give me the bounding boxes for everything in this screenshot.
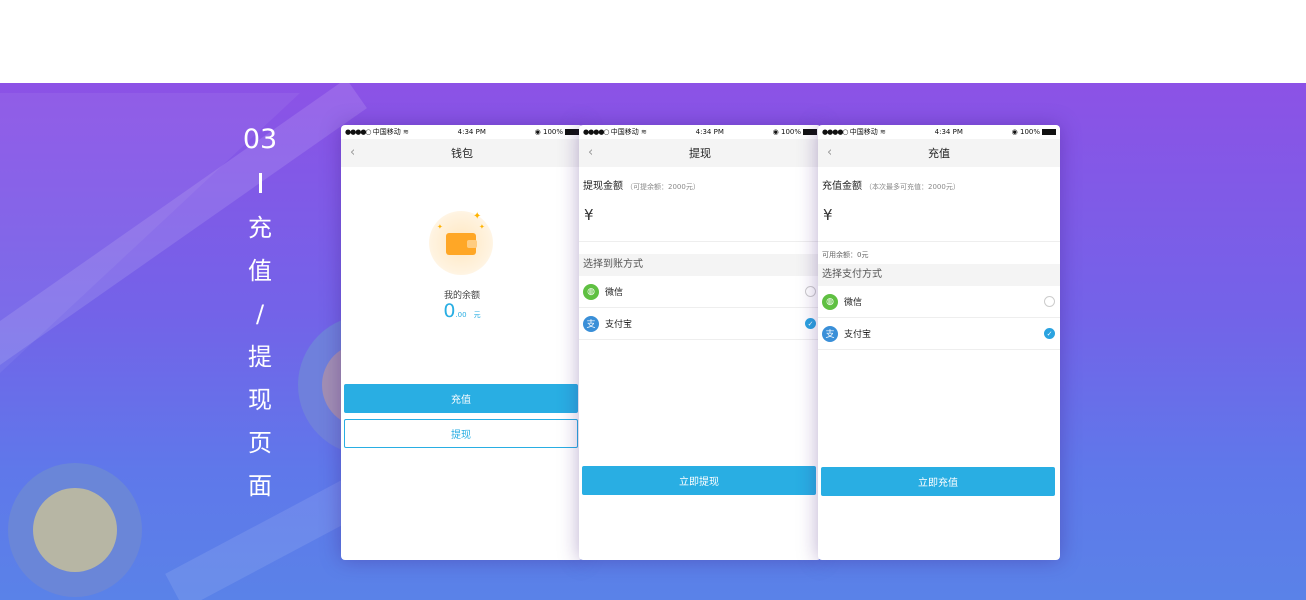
- wechat-icon: ◍: [822, 293, 838, 310]
- wifi-icon: ≋: [880, 128, 886, 136]
- wifi-icon: ≋: [403, 128, 409, 136]
- wechat-icon: ◍: [583, 283, 599, 300]
- battery-icon: [803, 129, 817, 135]
- nav-bar: ‹ 充值: [818, 139, 1060, 167]
- method-label: 支付宝: [844, 330, 872, 340]
- amount-label: 提现金额 （可提余额：2000元）: [583, 181, 700, 192]
- status-bar: ●●●●○ 中国移动 ≋ 4:34 PM ◉ 100%: [579, 125, 821, 139]
- status-time: 4:34 PM: [695, 128, 724, 136]
- submit-withdraw-button[interactable]: 立即提现: [582, 466, 816, 495]
- method-header: 选择支付方式: [818, 264, 1060, 286]
- title-char: /: [255, 300, 265, 328]
- method-option-wechat[interactable]: ◍ 微信: [579, 276, 821, 308]
- title-char: 页: [248, 429, 272, 457]
- top-white-area: [0, 0, 1306, 83]
- title-divider: [258, 173, 262, 193]
- withdraw-button[interactable]: 提现: [344, 419, 578, 448]
- radio-selected[interactable]: ✓: [1044, 328, 1055, 339]
- radio-unselected[interactable]: [805, 286, 816, 297]
- page-title: 充值: [928, 147, 950, 160]
- alipay-icon: 支: [822, 325, 838, 342]
- battery-icon: [1042, 129, 1056, 135]
- available-balance: 可用余额：0元: [822, 251, 869, 259]
- method-label: 支付宝: [605, 320, 633, 330]
- title-char: 面: [248, 472, 272, 500]
- method-option-alipay[interactable]: 支 支付宝 ✓: [579, 308, 821, 340]
- title-char: 充: [248, 214, 272, 242]
- signal-icon: ●●●●○: [583, 128, 610, 136]
- alipay-icon: 支: [583, 315, 599, 332]
- decor-circle: [8, 463, 142, 597]
- title-char: 提: [248, 343, 272, 371]
- method-label: 微信: [844, 298, 863, 308]
- wifi-icon: ≋: [641, 128, 647, 136]
- recharge-phone-screen: ●●●●○ 中国移动 ≋ 4:34 PM ◉ 100% ‹ 充值 充值金额 （本次…: [818, 125, 1060, 560]
- title-char: 现: [248, 386, 272, 414]
- radio-selected[interactable]: ✓: [805, 318, 816, 329]
- section-number: 03: [242, 124, 278, 155]
- section-title: 03 充 值 / 提 现 页 面: [240, 118, 280, 508]
- battery-icon: [565, 129, 579, 135]
- status-time: 4:34 PM: [934, 128, 963, 136]
- wallet-icon: ✦ ✦ ✦: [429, 211, 493, 275]
- lock-icon: ◉: [1011, 128, 1018, 136]
- status-bar: ●●●●○ 中国移动 ≋ 4:34 PM ◉ 100%: [818, 125, 1060, 139]
- amount-input[interactable]: ¥: [579, 192, 821, 242]
- back-icon[interactable]: ‹: [827, 145, 832, 160]
- battery-percent: 100%: [780, 128, 801, 136]
- currency-symbol: ¥: [823, 206, 833, 224]
- amount-label: 充值金额 （本次最多可充值：2000元）: [822, 181, 960, 192]
- battery-percent: 100%: [542, 128, 563, 136]
- status-bar: ●●●●○ 中国移动 ≋ 4:34 PM ◉ 100%: [341, 125, 583, 139]
- currency-symbol: ¥: [584, 206, 594, 224]
- lock-icon: ◉: [534, 128, 541, 136]
- amount-hint: （本次最多可充值：2000元）: [865, 183, 960, 191]
- signal-icon: ●●●●○: [822, 128, 849, 136]
- back-icon[interactable]: ‹: [350, 145, 355, 160]
- battery-percent: 100%: [1019, 128, 1040, 136]
- method-option-alipay[interactable]: 支 支付宝 ✓: [818, 318, 1060, 350]
- balance-value: 0.00 元: [443, 300, 481, 322]
- page-title: 钱包: [451, 147, 473, 160]
- wallet-phone-screen: ●●●●○ 中国移动 ≋ 4:34 PM ◉ 100% ‹ 钱包 ✦ ✦ ✦ 我…: [341, 125, 583, 560]
- back-icon[interactable]: ‹: [588, 145, 593, 160]
- nav-bar: ‹ 提现: [579, 139, 821, 167]
- withdraw-phone-screen: ●●●●○ 中国移动 ≋ 4:34 PM ◉ 100% ‹ 提现 提现金额 （可提…: [579, 125, 821, 560]
- amount-hint: （可提余额：2000元）: [626, 183, 700, 191]
- submit-recharge-button[interactable]: 立即充值: [821, 467, 1055, 496]
- method-option-wechat[interactable]: ◍ 微信: [818, 286, 1060, 318]
- radio-unselected[interactable]: [1044, 296, 1055, 307]
- page-title: 提现: [689, 147, 711, 160]
- title-char: 值: [248, 257, 272, 285]
- method-header: 选择到账方式: [579, 254, 821, 276]
- amount-input[interactable]: ¥: [818, 192, 1060, 242]
- lock-icon: ◉: [772, 128, 779, 136]
- recharge-button[interactable]: 充值: [344, 384, 578, 413]
- status-time: 4:34 PM: [457, 128, 486, 136]
- nav-bar: ‹ 钱包: [341, 139, 583, 167]
- method-label: 微信: [605, 288, 624, 298]
- signal-icon: ●●●●○: [345, 128, 372, 136]
